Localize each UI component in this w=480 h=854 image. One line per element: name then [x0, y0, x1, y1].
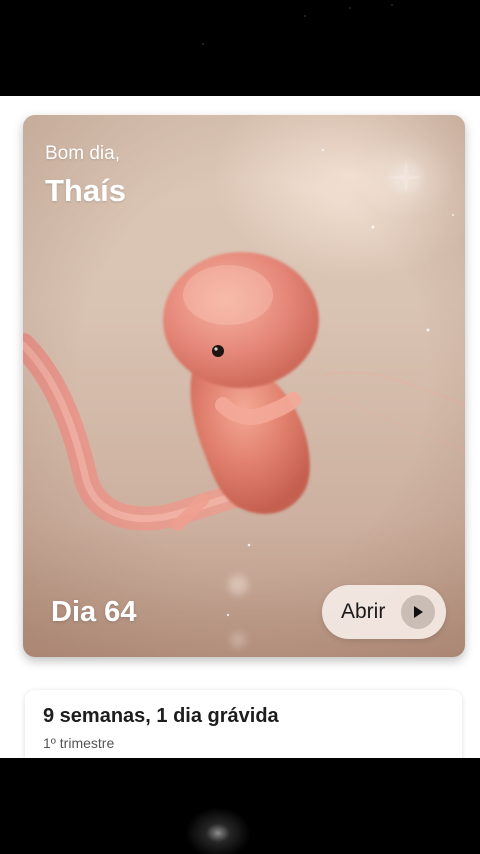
pregnancy-status-card[interactable]: 9 semanas, 1 dia grávida 1º trimestre [25, 690, 462, 758]
embryo-hero-card[interactable]: Bom dia, Thaís Dia 64 Abrir [23, 115, 465, 657]
user-name: Thaís [45, 173, 126, 208]
top-starfield [0, 0, 480, 96]
day-counter: Dia 64 [51, 596, 137, 628]
open-button-label: Abrir [341, 600, 386, 623]
app-screen: Bom dia, Thaís Dia 64 Abrir 9 semanas, 1… [0, 96, 480, 758]
trimester-label: 1º trimestre [43, 735, 115, 751]
greeting-text: Bom dia, [45, 143, 120, 164]
bottom-star-glow [180, 800, 260, 854]
play-icon [401, 595, 435, 629]
pregnancy-week-title: 9 semanas, 1 dia grávida [43, 705, 279, 727]
open-button[interactable]: Abrir [322, 585, 446, 639]
